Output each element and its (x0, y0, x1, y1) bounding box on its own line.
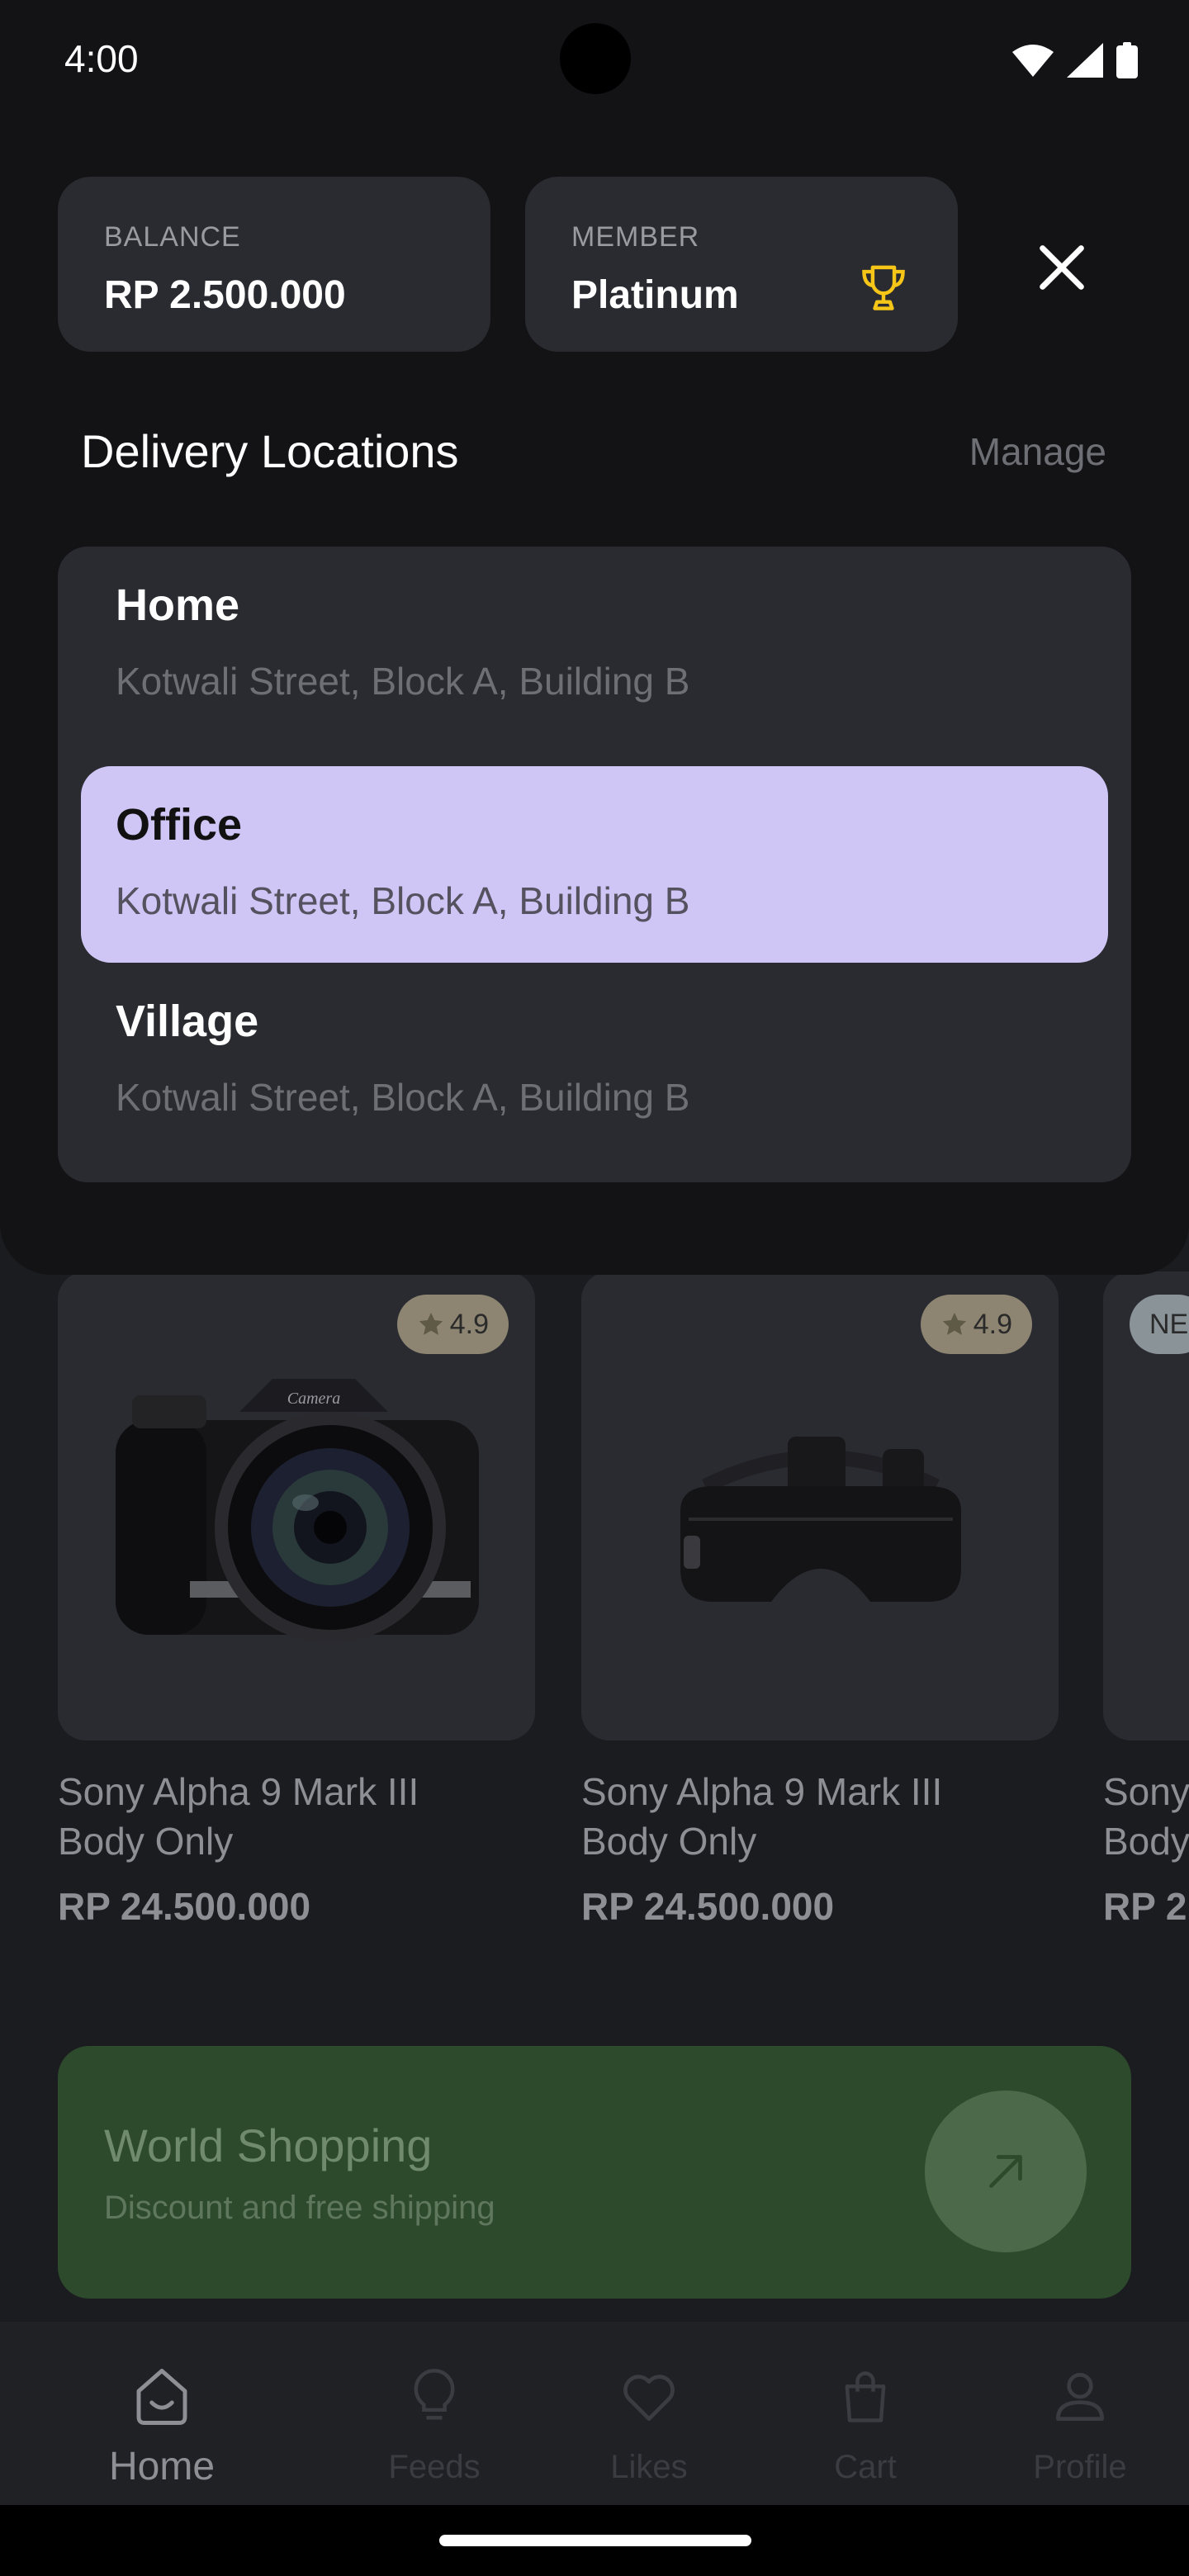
delivery-locations-title: Delivery Locations (81, 425, 459, 477)
promo-arrow-button[interactable] (925, 2091, 1087, 2252)
location-address: Kotwali Street, Block A, Building B (116, 660, 690, 703)
product-name: Sony Alpha 9 Mark III Body Only (58, 1770, 419, 1863)
product-card[interactable]: 4.9 Camera Sony Alpha 9 Mark III Body On… (58, 1271, 535, 1929)
star-icon (942, 1312, 966, 1335)
location-address: Kotwali Street, Block A, Building B (116, 1076, 690, 1119)
rating-value: 4.9 (449, 1308, 489, 1340)
manage-link[interactable]: Manage (969, 429, 1106, 474)
location-name: Village (116, 997, 259, 1046)
location-name: Office (116, 800, 243, 850)
promo-banner[interactable]: World Shopping Discount and free shippin… (58, 2046, 1131, 2299)
shopping-bag-icon (834, 2360, 897, 2434)
new-badge: NE (1130, 1295, 1189, 1354)
member-card[interactable]: MEMBER Platinum (525, 177, 958, 352)
location-name: Home (116, 580, 240, 630)
location-address: Kotwali Street, Block A, Building B (116, 879, 690, 922)
location-item-office[interactable]: Office Kotwali Street, Block A, Building… (81, 766, 1108, 963)
rating-value: 4.9 (973, 1308, 1012, 1340)
lightbulb-icon (403, 2360, 466, 2434)
status-time: 4:00 (64, 37, 139, 80)
home-indicator[interactable] (439, 2535, 751, 2546)
wifi-icon (1012, 45, 1054, 77)
balance-value: RP 2.500.000 (104, 273, 346, 317)
close-button[interactable] (1021, 226, 1103, 309)
battery-icon (1116, 42, 1138, 78)
trophy-icon (862, 265, 905, 310)
nav-label: Feeds (388, 2449, 481, 2485)
status-bar: 4:00 (0, 0, 1189, 119)
nav-label: Likes (610, 2449, 688, 2485)
home-smile-icon (127, 2360, 197, 2434)
member-label: MEMBER (571, 221, 700, 253)
promo-subtitle: Discount and free shipping (104, 2190, 495, 2226)
product-card[interactable]: 4.9 Sony Alpha 9 Mark III Body Only RP 2… (581, 1271, 1059, 1929)
nav-item-cart[interactable]: Cart (758, 2322, 973, 2505)
cellular-signal-icon (1067, 43, 1103, 78)
vr-headset-image (680, 1437, 961, 1602)
heart-icon (616, 2360, 682, 2434)
camera-brand-text: Camera (287, 1390, 340, 1408)
delivery-sheet: BALANCE RP 2.500.000 MEMBER Platinum Del… (0, 119, 1189, 1275)
user-icon (1047, 2360, 1113, 2434)
nav-label: Cart (834, 2449, 897, 2485)
rating-badge: 4.9 (920, 1295, 1032, 1354)
bottom-nav: Home Feeds Likes Cart Profile (0, 2322, 1189, 2505)
location-item-village[interactable]: Village Kotwali Street, Block A, Buildin… (81, 963, 1108, 1159)
nav-item-feeds[interactable]: Feeds (327, 2322, 542, 2505)
product-price: RP 24.500.000 (58, 1885, 311, 1928)
member-value: Platinum (571, 273, 739, 317)
product-name: Sony Body (1103, 1770, 1189, 1863)
product-image: 4.9 (581, 1271, 1059, 1740)
balance-label: BALANCE (104, 221, 241, 253)
product-price: RP 2 (1103, 1885, 1187, 1928)
camera-image: Camera (116, 1379, 479, 1643)
product-image: 4.9 Camera (58, 1271, 535, 1740)
status-icons (1012, 41, 1138, 79)
product-name: Sony Alpha 9 Mark III Body Only (581, 1770, 943, 1863)
arrow-up-right-icon (989, 2155, 1022, 2188)
star-icon (419, 1312, 443, 1335)
rating-badge: 4.9 (396, 1295, 509, 1354)
close-icon (1040, 245, 1084, 290)
balance-card[interactable]: BALANCE RP 2.500.000 (58, 177, 490, 352)
product-card[interactable]: NE Sony Body RP 2 (1103, 1271, 1189, 1929)
product-price: RP 24.500.000 (581, 1885, 835, 1928)
location-item-home[interactable]: Home Kotwali Street, Block A, Building B (81, 547, 1108, 743)
nav-item-likes[interactable]: Likes (542, 2322, 756, 2505)
locations-list: Home Kotwali Street, Block A, Building B… (58, 547, 1131, 1182)
nav-item-profile[interactable]: Profile (973, 2322, 1187, 2505)
nav-label: Home (108, 2445, 216, 2488)
product-image: NE (1103, 1271, 1189, 1740)
promo-title: World Shopping (104, 2119, 433, 2171)
camera-cutout (560, 23, 631, 94)
nav-label: Profile (1033, 2449, 1127, 2485)
nav-item-home[interactable]: Home (54, 2322, 269, 2505)
